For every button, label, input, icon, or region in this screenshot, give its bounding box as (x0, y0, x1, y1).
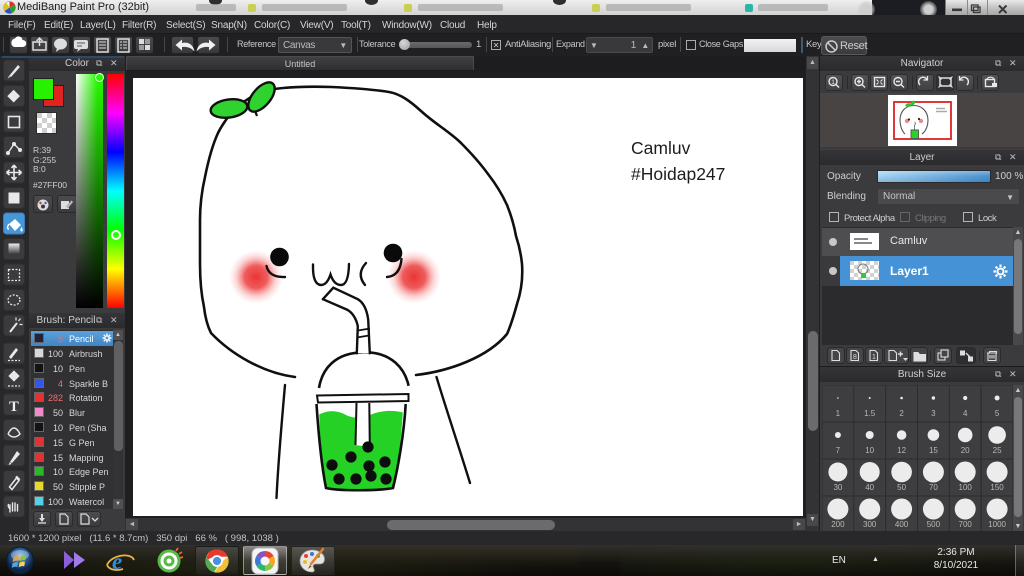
svg-text:5: 5 (995, 409, 1000, 418)
svg-text:#Hoidap247: #Hoidap247 (631, 164, 725, 184)
svg-text:50: 50 (897, 483, 906, 492)
svg-text:1: 1 (836, 409, 841, 418)
svg-text:10: 10 (865, 446, 874, 455)
svg-text:2: 2 (899, 409, 904, 418)
svg-text:300: 300 (863, 520, 877, 529)
svg-text:12: 12 (897, 446, 906, 455)
svg-text:15: 15 (929, 446, 938, 455)
svg-text:3: 3 (931, 409, 936, 418)
svg-text:1.5: 1.5 (864, 409, 876, 418)
svg-text:7: 7 (836, 446, 841, 455)
svg-text:30: 30 (833, 483, 842, 492)
svg-text:70: 70 (929, 483, 938, 492)
svg-text:20: 20 (961, 446, 970, 455)
svg-text:700: 700 (959, 520, 973, 529)
svg-text:8: 8 (853, 354, 857, 361)
svg-text:1: 1 (831, 79, 835, 86)
svg-text:Camluv: Camluv (631, 138, 691, 158)
svg-text:4: 4 (963, 409, 968, 418)
svg-text:25: 25 (993, 446, 1002, 455)
svg-text:1: 1 (872, 354, 876, 361)
svg-text:500: 500 (927, 520, 941, 529)
svg-text:100: 100 (959, 483, 973, 492)
svg-text:150: 150 (990, 483, 1004, 492)
svg-text:200: 200 (831, 520, 845, 529)
svg-text:40: 40 (865, 483, 874, 492)
svg-text:400: 400 (895, 520, 909, 529)
svg-text:T: T (9, 399, 19, 415)
svg-text:1000: 1000 (988, 520, 1006, 529)
